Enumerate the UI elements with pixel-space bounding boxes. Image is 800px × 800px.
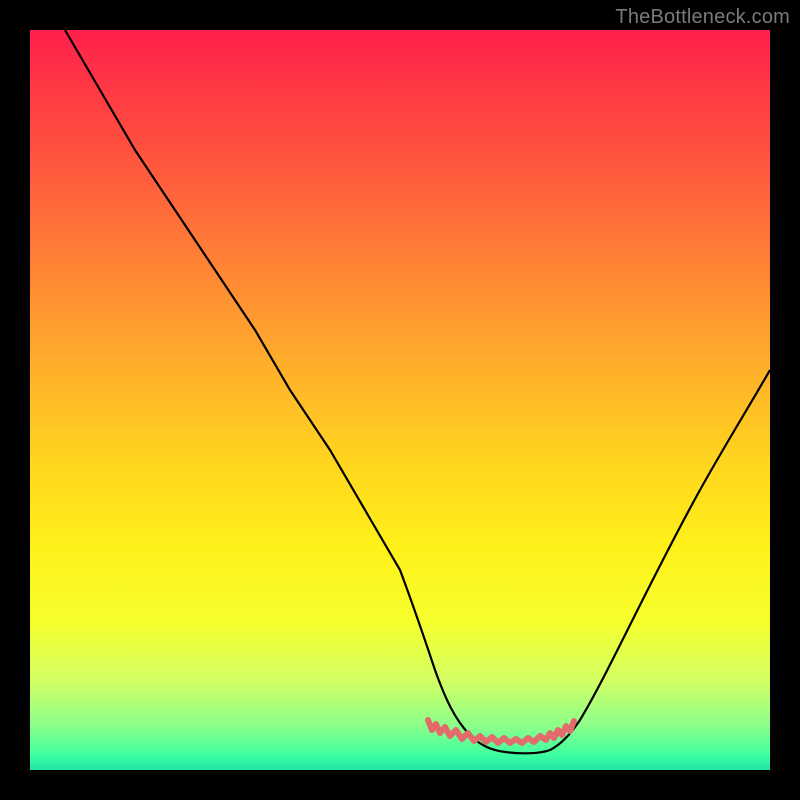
optimal-zone-marker [428,720,574,743]
plot-area [30,30,770,770]
curve-svg [30,30,770,770]
watermark-text: TheBottleneck.com [615,6,790,29]
chart-frame: TheBottleneck.com [0,0,800,800]
bottleneck-curve [65,30,770,753]
